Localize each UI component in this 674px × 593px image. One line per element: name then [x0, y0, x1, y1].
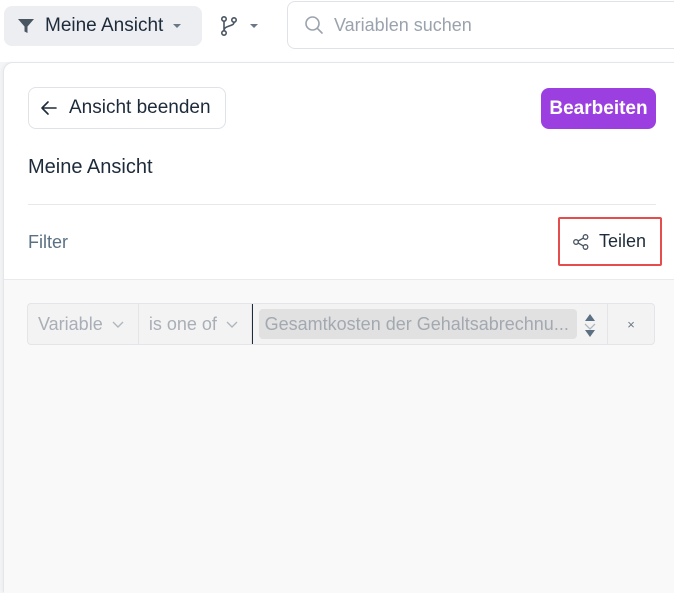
variable-select[interactable]: Variable [28, 304, 139, 344]
chevron-down-icon [226, 321, 238, 328]
caret-down-icon [250, 24, 258, 28]
search-icon [305, 16, 323, 34]
branch-button[interactable] [218, 12, 268, 40]
value-chip: Gesamtkosten der Gehaltsabrechnu... [258, 309, 577, 339]
top-toolbar: Meine Ansicht [0, 0, 674, 62]
view-selector-button[interactable]: Meine Ansicht [4, 6, 202, 46]
share-icon [573, 233, 589, 250]
arrow-left-icon [41, 101, 57, 115]
branch-icon [220, 15, 238, 37]
value-select[interactable]: Gesamtkosten der Gehaltsabrechnu... [251, 304, 609, 344]
filter-row: Variable is one of Gesamtkosten der Geha… [27, 303, 655, 345]
operator-select[interactable]: is one of [139, 304, 252, 344]
exit-view-label: Ansicht beenden [69, 97, 211, 118]
stepper-icon[interactable] [583, 310, 597, 340]
view-selector-label: Meine Ansicht [45, 15, 164, 36]
filter-area: Variable is one of Gesamtkosten der Geha… [4, 279, 674, 593]
filter-heading: Filter [28, 232, 68, 252]
view-panel: Ansicht beenden Bearbeiten Meine Ansicht… [3, 62, 674, 593]
share-button[interactable]: Teilen [558, 217, 662, 266]
operator-select-label: is one of [148, 313, 217, 334]
filter-icon [18, 19, 34, 33]
divider [28, 204, 656, 205]
search-box[interactable] [287, 1, 674, 49]
view-title: Meine Ansicht [28, 156, 153, 178]
chevron-down-icon [112, 321, 124, 328]
share-label: Teilen [599, 231, 647, 251]
clear-filter-button[interactable]: × [608, 304, 654, 344]
close-icon: × [627, 316, 635, 332]
exit-view-button[interactable]: Ansicht beenden [28, 87, 226, 129]
variable-select-label: Variable [38, 313, 103, 334]
caret-down-icon [173, 24, 182, 28]
edit-button[interactable]: Bearbeiten [541, 88, 656, 129]
search-input[interactable] [334, 14, 634, 36]
